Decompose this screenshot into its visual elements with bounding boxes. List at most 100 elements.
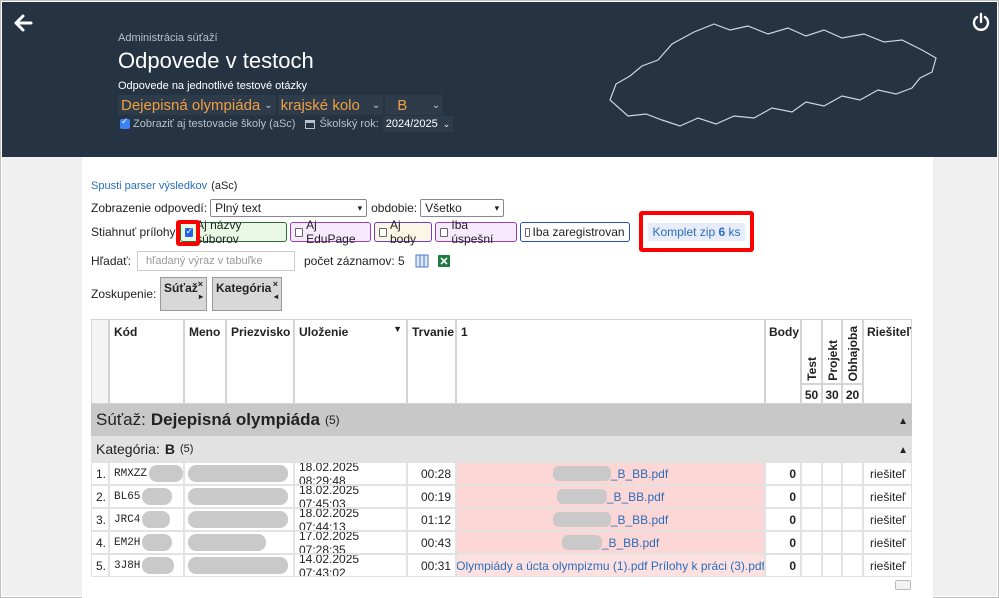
- chevron-down-icon: ⌄: [371, 99, 381, 111]
- chip-edupage[interactable]: Aj EduPage: [289, 218, 371, 246]
- col-header-defense[interactable]: Obhajoba: [842, 319, 863, 384]
- col-header-name[interactable]: Meno: [184, 319, 226, 404]
- attachment-link[interactable]: _B_BB.pdf: [611, 513, 668, 527]
- redacted-text: [142, 534, 173, 551]
- excel-icon[interactable]: [437, 254, 451, 268]
- col-header-solver[interactable]: Riešiteľ: [863, 319, 912, 404]
- chip-successful[interactable]: Iba úspešní: [434, 218, 517, 246]
- row-test-score: [801, 531, 822, 554]
- max-points-defense: 20: [842, 384, 863, 404]
- row-saved: 18.02.2025 07:45:03: [294, 485, 407, 508]
- row-code: 3J8H: [109, 554, 184, 577]
- redacted-text: [188, 488, 288, 505]
- competition-selectors: Dejepisná olympiáda ⌄ krajské kolo ⌄ B ⌄: [118, 95, 445, 115]
- close-icon[interactable]: ×: [273, 279, 278, 289]
- row-index: 3.: [91, 508, 109, 531]
- row-points: 0: [765, 531, 801, 554]
- close-icon[interactable]: ×: [198, 279, 203, 289]
- successful-checkbox[interactable]: [439, 227, 449, 237]
- columns-icon[interactable]: [415, 254, 429, 268]
- row-defense-score: [842, 531, 863, 554]
- row-name: [184, 531, 294, 554]
- row-role: riešiteľ: [863, 508, 912, 531]
- redacted-text: [142, 557, 175, 574]
- chip-points[interactable]: Aj body: [373, 218, 432, 246]
- redacted-text: [561, 535, 602, 550]
- row-test-score: [801, 554, 822, 577]
- registered-checkbox[interactable]: [524, 227, 530, 237]
- page-header: Administrácia súťaží Odpovede v testoch …: [2, 2, 997, 157]
- row-code: EM2H: [109, 531, 184, 554]
- download-label: Stiahnuť prílohy: [91, 225, 176, 239]
- row-answer: Olympiády a úcta olympizmu (1).pdf Prílo…: [456, 554, 765, 577]
- row-project-score: [822, 554, 842, 577]
- search-input[interactable]: hľadaný výraz v tabuľke: [137, 251, 295, 271]
- redacted-text: [552, 466, 611, 481]
- row-index: 4.: [91, 531, 109, 554]
- group-chip-category[interactable]: Kategória × ◂: [212, 277, 282, 311]
- page-subtitle: Odpovede na jednotlivé testové otázky: [118, 80, 307, 92]
- competition-select[interactable]: Dejepisná olympiáda ⌄: [118, 95, 276, 115]
- row-defense-score: [842, 508, 863, 531]
- school-year-select[interactable]: 2024/2025 ⌄: [382, 116, 454, 132]
- period-select[interactable]: Všetko ▾: [420, 199, 505, 217]
- row-name: [184, 508, 294, 531]
- group-header-competition[interactable]: Súťaž: Dejepisná olympiáda (5) ▲: [91, 404, 912, 436]
- row-project-score: [822, 508, 842, 531]
- row-project-score: [822, 531, 842, 554]
- row-test-score: [801, 508, 822, 531]
- chevron-down-icon: ⌄: [431, 99, 441, 111]
- komplet-zip-button[interactable]: Komplet zip 6 ks: [648, 222, 745, 241]
- col-header-surname[interactable]: Priezvisko: [226, 319, 294, 404]
- category-select[interactable]: B ⌄: [385, 95, 444, 115]
- parser-row: Spusti parser výsledkov (aSc): [91, 179, 237, 193]
- points-checkbox[interactable]: [378, 227, 387, 237]
- col-header-test[interactable]: Test: [801, 319, 822, 384]
- display-select[interactable]: Plný text ▾: [210, 199, 368, 217]
- attachment-link[interactable]: _B_BB.pdf: [607, 490, 664, 504]
- group-header-category[interactable]: Kategória: B (5) ▲: [91, 436, 912, 462]
- redacted-text: [188, 557, 288, 574]
- redacted-text: [188, 511, 288, 528]
- sort-desc-icon: ▼: [393, 324, 402, 334]
- display-label: Zobrazenie odpovedí:: [91, 201, 208, 215]
- grouping-row: Zoskupenie:: [91, 287, 156, 301]
- row-answer: _B_BB.pdf: [456, 462, 765, 485]
- redacted-text: [149, 465, 183, 482]
- parser-suffix: (aSc): [211, 180, 238, 192]
- school-year-label: Školský rok:: [319, 118, 379, 130]
- redacted-text: [188, 465, 288, 482]
- col-header-project[interactable]: Projekt: [822, 319, 842, 384]
- group-chip-competition[interactable]: Súťaž × ▸: [160, 277, 207, 311]
- row-points: 0: [765, 485, 801, 508]
- chip-registered[interactable]: Iba zaregistrovan: [519, 222, 630, 242]
- attachment-link[interactable]: _B_BB.pdf: [611, 467, 668, 481]
- power-icon[interactable]: [971, 12, 991, 32]
- col-header-duration[interactable]: Trvanie: [407, 319, 456, 404]
- calendar-icon: [305, 119, 316, 129]
- col-header-question-1[interactable]: 1: [456, 319, 765, 404]
- row-points: 0: [765, 462, 801, 485]
- chevron-down-icon: ⌄: [264, 99, 273, 111]
- row-answer: _B_BB.pdf: [456, 485, 765, 508]
- arrow-right-icon: ▸: [198, 292, 203, 301]
- collapse-icon[interactable]: ▲: [898, 445, 908, 456]
- edupage-checkbox[interactable]: [294, 227, 304, 237]
- col-header-points[interactable]: Body: [765, 319, 801, 404]
- resize-handle-icon[interactable]: [895, 580, 911, 590]
- row-duration: 00:43: [407, 531, 456, 554]
- round-select[interactable]: krajské kolo ⌄: [277, 95, 384, 115]
- test-schools-label: Zobraziť aj testovacie školy (aSc): [133, 118, 296, 130]
- attachment-link[interactable]: _B_BB.pdf: [602, 536, 659, 550]
- test-schools-checkbox[interactable]: [120, 116, 130, 129]
- parser-link[interactable]: Spusti parser výsledkov: [91, 180, 207, 192]
- back-arrow-icon[interactable]: [12, 12, 34, 34]
- attachment-link[interactable]: Olympiády a úcta olympizmu (1).pdf Prílo…: [457, 559, 764, 573]
- row-role: riešiteľ: [863, 462, 912, 485]
- max-points-test: 50: [801, 384, 822, 404]
- row-saved: 18.02.2025 08:29:48: [294, 462, 407, 485]
- col-header-code[interactable]: Kód: [109, 319, 184, 404]
- collapse-icon[interactable]: ▲: [898, 416, 908, 427]
- row-test-score: [801, 462, 822, 485]
- col-header-saved[interactable]: Uloženie ▼: [294, 319, 407, 404]
